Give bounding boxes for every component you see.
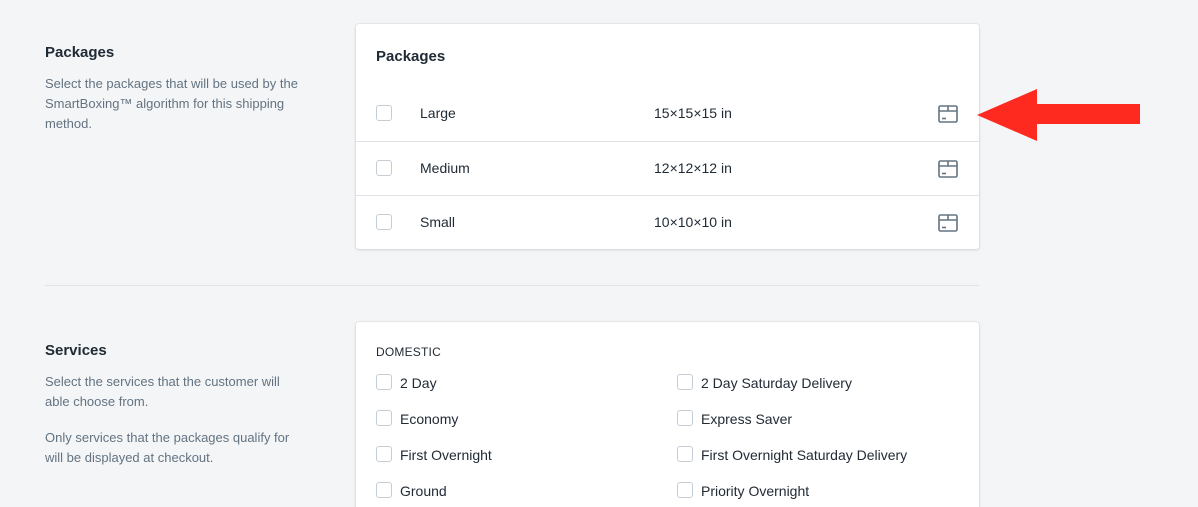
service-checkbox[interactable] <box>677 446 693 462</box>
package-box-icon[interactable] <box>937 158 959 180</box>
service-label: Ground <box>400 483 447 499</box>
service-label: First Overnight Saturday Delivery <box>701 447 908 463</box>
services-card: DOMESTIC 2 Day 2 Day Saturday Delivery E… <box>356 322 979 507</box>
packages-section-title: Packages <box>45 44 115 61</box>
service-label: First Overnight <box>400 447 492 463</box>
service-checkbox[interactable] <box>376 482 392 498</box>
section-divider <box>45 285 979 286</box>
service-checkbox[interactable] <box>376 410 392 426</box>
package-checkbox-large[interactable] <box>376 105 392 121</box>
package-dimensions: 15×15×15 in <box>654 105 732 121</box>
services-section-info: Services Select the services that the cu… <box>45 342 305 468</box>
services-section-title: Services <box>45 342 107 359</box>
package-checkbox-medium[interactable] <box>376 160 392 176</box>
domestic-group-label: DOMESTIC <box>376 345 441 359</box>
package-box-icon[interactable] <box>937 212 959 234</box>
service-checkbox[interactable] <box>677 374 693 390</box>
packages-section-info: Packages Select the packages that will b… <box>45 44 305 134</box>
package-name: Large <box>420 105 456 121</box>
packages-card: Packages Large 15×15×15 in Medium 12×12×… <box>356 24 979 249</box>
service-label: Priority Overnight <box>701 483 810 499</box>
package-row-small: Small 10×10×10 in <box>356 195 979 249</box>
shipping-method-settings: Packages Select the packages that will b… <box>0 0 1198 507</box>
packages-section-description: Select the packages that will be used by… <box>45 76 298 131</box>
annotation-arrow-icon <box>977 89 1140 141</box>
package-name: Medium <box>420 160 470 176</box>
service-label: Economy <box>400 411 459 427</box>
service-checkbox[interactable] <box>376 446 392 462</box>
package-checkbox-small[interactable] <box>376 214 392 230</box>
service-label: 2 Day <box>400 375 437 391</box>
package-row-medium: Medium 12×12×12 in <box>356 141 979 195</box>
service-label: Express Saver <box>701 411 793 427</box>
service-checkbox[interactable] <box>677 482 693 498</box>
service-label: 2 Day Saturday Delivery <box>701 375 852 391</box>
service-checkbox[interactable] <box>677 410 693 426</box>
service-checkbox[interactable] <box>376 374 392 390</box>
package-dimensions: 10×10×10 in <box>654 214 732 230</box>
package-name: Small <box>420 214 456 230</box>
services-section-description: Select the services that the customer wi… <box>45 374 280 409</box>
package-dimensions: 12×12×12 in <box>654 160 732 176</box>
services-section-note: Only services that the packages qualify … <box>45 430 290 465</box>
packages-card-title: Packages <box>376 48 446 65</box>
package-box-icon[interactable] <box>937 103 959 125</box>
package-row-large: Large 15×15×15 in <box>356 87 979 141</box>
